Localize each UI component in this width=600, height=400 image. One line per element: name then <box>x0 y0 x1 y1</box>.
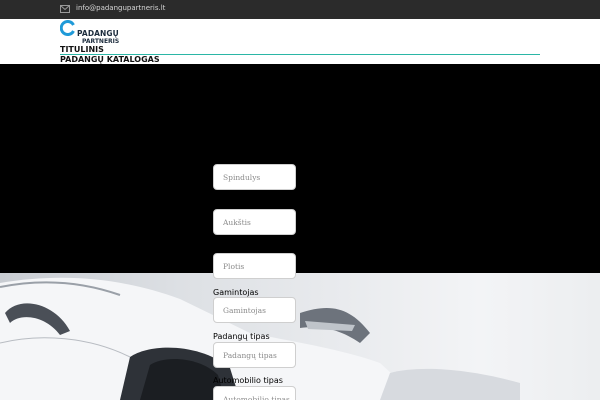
radius-field[interactable] <box>213 164 296 190</box>
manufacturer-label: Gamintojas <box>213 288 259 297</box>
tyre-type-field[interactable] <box>213 342 296 368</box>
height-input[interactable] <box>214 210 295 235</box>
logo-mark-icon <box>59 20 76 36</box>
envelope-icon <box>60 5 70 13</box>
top-bar: info@padangupartneris.lt <box>0 0 600 19</box>
vehicle-type-label: Automobilio tipas <box>213 376 283 385</box>
site-logo[interactable]: PADANGŲ PARTNERIS <box>59 19 120 47</box>
radius-input[interactable] <box>214 165 295 190</box>
width-input[interactable] <box>214 254 295 279</box>
logo-text-secondary: PARTNERIS <box>82 38 120 45</box>
vehicle-type-input[interactable] <box>214 387 295 400</box>
width-field[interactable] <box>213 253 296 279</box>
height-field[interactable] <box>213 209 296 235</box>
logo-text-primary: PADANGŲ <box>77 29 119 38</box>
site-header: PADANGŲ PARTNERIS TITULINIS PADANGŲ KATA… <box>0 19 600 64</box>
nav-item-home[interactable]: TITULINIS <box>60 45 104 54</box>
contact-email-link[interactable]: info@padangupartneris.lt <box>76 4 165 12</box>
vehicle-type-field[interactable] <box>213 386 296 400</box>
manufacturer-field[interactable] <box>213 297 296 323</box>
hero-car-image <box>0 273 600 400</box>
hero-banner <box>0 64 600 273</box>
nav-item-tyre-catalog[interactable]: PADANGŲ KATALOGAS <box>60 55 160 64</box>
manufacturer-input[interactable] <box>214 298 295 323</box>
tyre-type-input[interactable] <box>214 343 295 368</box>
tyre-type-label: Padangų tipas <box>213 332 270 341</box>
